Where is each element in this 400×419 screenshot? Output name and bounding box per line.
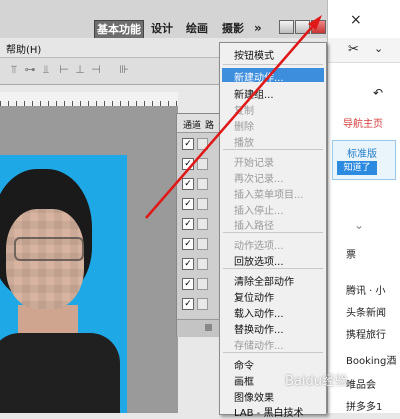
action-toggle-checkbox[interactable]: ✓: [182, 138, 194, 150]
workspace-paint-button[interactable]: 绘画: [186, 20, 208, 37]
tab-paths[interactable]: 路: [205, 118, 214, 131]
photo-glasses: [14, 237, 84, 261]
actions-panel-menu: 按钮模式 新建动作... 新建组... 复制 删除 播放 开始记录 再次记录..…: [219, 42, 327, 419]
minimize-icon[interactable]: [279, 20, 294, 34]
menu-item-delete[interactable]: 删除: [234, 118, 254, 133]
menu-item-play[interactable]: 播放: [234, 134, 254, 149]
menu-item-start-recording[interactable]: 开始记录: [234, 154, 274, 169]
menu-item-frames[interactable]: 画框: [234, 373, 254, 388]
horizontal-ruler: [0, 92, 178, 107]
menu-separator: [223, 352, 323, 353]
align-right-icon[interactable]: ⊣: [90, 64, 102, 76]
menu-item-image-effects[interactable]: 图像效果: [234, 389, 274, 404]
menu-item-insert-menu-item[interactable]: 插入菜单项目...: [234, 186, 304, 201]
action-dialog-toggle[interactable]: [197, 278, 208, 290]
photo-shirt: [0, 333, 120, 413]
menu-separator: [223, 268, 323, 269]
stop-icon[interactable]: [205, 324, 212, 331]
expand-chevron-icon[interactable]: ⌄: [354, 218, 364, 232]
close-icon[interactable]: [311, 20, 326, 34]
workspace-basic-button[interactable]: 基本功能: [94, 20, 144, 39]
maximize-icon[interactable]: [295, 20, 310, 34]
action-dialog-toggle[interactable]: [197, 138, 208, 150]
workspace-design-button[interactable]: 设计: [151, 20, 173, 37]
action-toggle-checkbox[interactable]: ✓: [182, 238, 194, 250]
browser-side-panel: × ✂ ⌄ ↶ 导航主页 标准版 知道了 ⌄ 票 腾讯 · 小 头条新闻 携程旅…: [327, 0, 400, 413]
menu-item-new-action[interactable]: 新建动作...: [234, 69, 284, 84]
action-toggle-checkbox[interactable]: ✓: [182, 218, 194, 230]
menu-help[interactable]: 帮助(H): [6, 41, 41, 56]
action-toggle-checkbox[interactable]: ✓: [182, 158, 194, 170]
list-item[interactable]: 携程旅行: [346, 326, 386, 341]
align-top-icon[interactable]: ⫪: [8, 64, 20, 76]
list-item[interactable]: 头条新闻: [346, 304, 386, 319]
menu-item-playback-options[interactable]: 回放选项...: [234, 253, 284, 268]
notice-text: 标准版: [347, 149, 377, 160]
chevron-down-icon[interactable]: ⌄: [374, 42, 383, 55]
align-left-icon[interactable]: ⊢: [58, 64, 70, 76]
menu-item-clear-all-actions[interactable]: 清除全部动作: [234, 273, 294, 288]
action-toggle-checkbox[interactable]: ✓: [182, 258, 194, 270]
actions-panel-footer: [177, 319, 225, 337]
menu-item-replace-actions[interactable]: 替换动作...: [234, 321, 284, 336]
menu-item-load-actions[interactable]: 载入动作...: [234, 305, 284, 320]
workspace-photo-button[interactable]: 摄影: [222, 20, 244, 37]
browser-toolbar: ✂ ⌄: [328, 38, 400, 63]
align-center-icon[interactable]: ⊥: [74, 64, 86, 76]
action-toggle-checkbox[interactable]: ✓: [182, 298, 194, 310]
tab-channels[interactable]: 通道: [183, 118, 201, 131]
workspace-more-button[interactable]: »: [254, 20, 262, 37]
undo-icon[interactable]: ↶: [373, 86, 383, 100]
align-bottom-icon[interactable]: ⫫: [40, 64, 52, 76]
menu-separator: [223, 149, 323, 150]
menu-separator: [223, 64, 323, 65]
browser-close-icon[interactable]: ×: [350, 12, 362, 28]
action-dialog-toggle[interactable]: [197, 198, 208, 210]
list-item[interactable]: 腾讯 · 小: [346, 282, 386, 297]
menu-item-lab-bw[interactable]: LAB - 黑白技术: [234, 404, 303, 419]
id-photo-image: [0, 155, 127, 413]
menu-item-save-actions[interactable]: 存储动作...: [234, 337, 284, 352]
menu-separator: [223, 232, 323, 233]
menu-item-duplicate[interactable]: 复制: [234, 102, 254, 117]
cut-icon[interactable]: ✂: [348, 42, 359, 57]
menu-item-insert-path[interactable]: 插入路径: [234, 217, 274, 232]
actions-panel-tabs: 通道 路: [177, 114, 225, 133]
list-item[interactable]: Booking酒: [346, 352, 396, 367]
align-middle-icon[interactable]: ⊶: [24, 64, 36, 76]
list-item[interactable]: 唯品会: [346, 376, 376, 391]
list-item[interactable]: 票: [346, 246, 356, 261]
action-dialog-toggle[interactable]: [197, 258, 208, 270]
list-item[interactable]: 拼多多1: [346, 398, 382, 413]
menu-item-new-set[interactable]: 新建组...: [234, 86, 274, 101]
notice-box: 标准版 知道了: [332, 140, 396, 180]
menu-item-reset-actions[interactable]: 复位动作: [234, 289, 274, 304]
menu-item-action-options[interactable]: 动作选项...: [234, 237, 284, 252]
action-dialog-toggle[interactable]: [197, 178, 208, 190]
action-dialog-toggle[interactable]: [197, 218, 208, 230]
menu-item-insert-stop[interactable]: 插入停止...: [234, 202, 284, 217]
menu-item-commands[interactable]: 命令: [234, 357, 254, 372]
menu-item-button-mode[interactable]: 按钮模式: [234, 47, 274, 62]
action-toggle-checkbox[interactable]: ✓: [182, 278, 194, 290]
menu-item-record-again[interactable]: 再次记录...: [234, 170, 284, 185]
action-toggle-checkbox[interactable]: ✓: [182, 178, 194, 190]
app-title-bar: 基本功能 设计 绘画 摄影 »: [0, 0, 345, 39]
nav-home-link[interactable]: 导航主页: [343, 115, 383, 130]
action-toggle-checkbox[interactable]: ✓: [182, 198, 194, 210]
distribute-icon[interactable]: ⊪: [118, 64, 130, 76]
action-dialog-toggle[interactable]: [197, 158, 208, 170]
watermark: Baidu经验: [285, 374, 348, 389]
action-dialog-toggle[interactable]: [197, 238, 208, 250]
notice-ok-button[interactable]: 知道了: [337, 161, 377, 175]
action-dialog-toggle[interactable]: [197, 298, 208, 310]
